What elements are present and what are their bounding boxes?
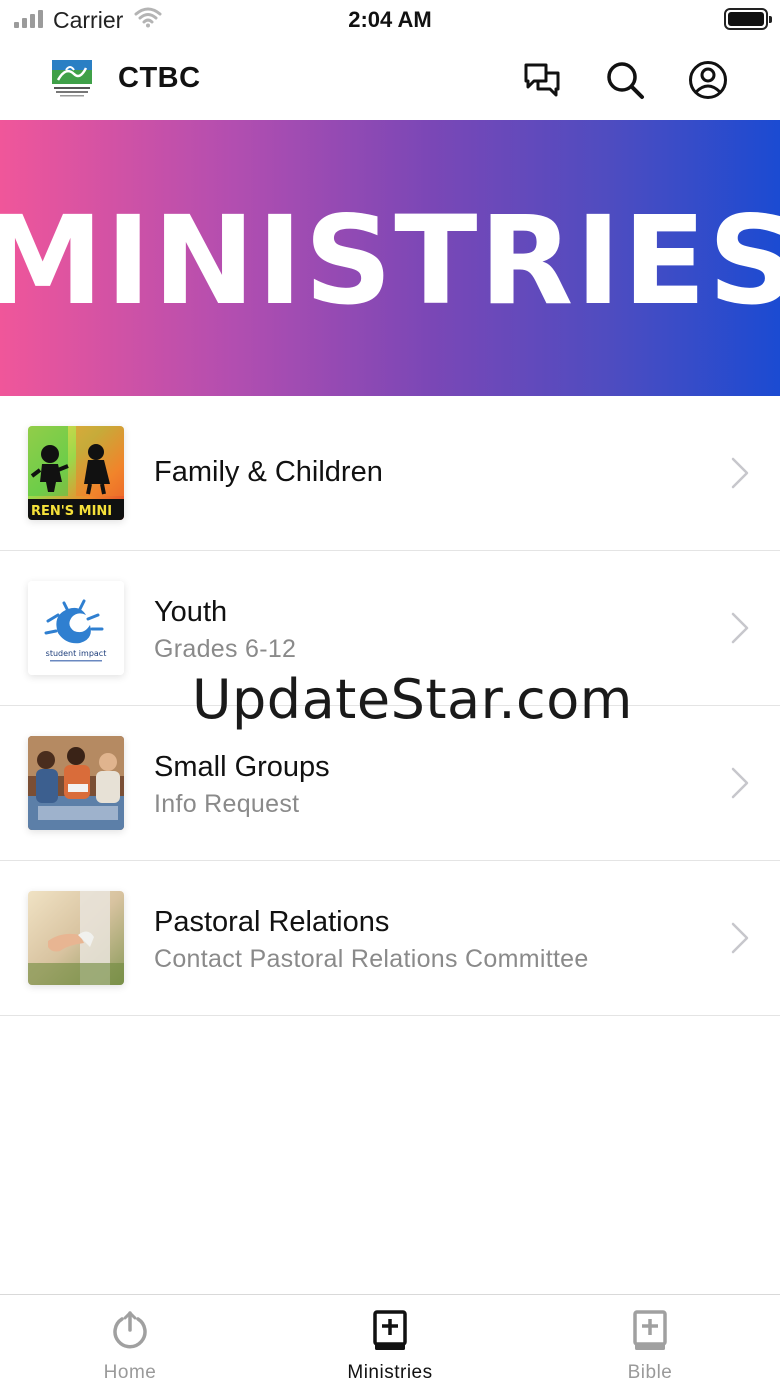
bible-plus-icon	[368, 1309, 412, 1353]
list-item-family-children[interactable]: REN'S MINI Family & Children	[0, 396, 780, 551]
profile-icon[interactable]	[686, 58, 730, 102]
ministries-banner: MINISTRIES	[0, 120, 780, 396]
small-groups-thumbnail	[28, 736, 124, 830]
pastoral-relations-thumbnail	[28, 891, 124, 985]
bible-plus-icon	[628, 1309, 672, 1353]
tab-home[interactable]: Home	[0, 1295, 260, 1387]
list-item-subtitle: Grades 6-12	[154, 635, 297, 663]
battery-icon	[724, 8, 772, 30]
app-title: CTBC	[118, 62, 201, 94]
status-bar: Carrier 2:04 AM	[0, 0, 780, 40]
church-logo	[52, 60, 92, 97]
list-item-subtitle: Contact Pastoral Relations Committee	[154, 945, 589, 973]
family-thumb-text: REN'S MINI	[31, 504, 112, 519]
chevron-right-icon	[731, 767, 749, 799]
tab-ministries[interactable]: Ministries	[260, 1295, 520, 1387]
app-header: CTBC	[0, 40, 780, 120]
list-item-title: Small Groups	[154, 751, 330, 783]
tab-label: Bible	[627, 1362, 673, 1383]
power-icon	[108, 1309, 152, 1353]
list-item-subtitle: Info Request	[154, 790, 300, 818]
tab-label: Home	[103, 1362, 157, 1383]
tab-bar: Home Ministries Bible	[0, 1294, 780, 1387]
tab-bible[interactable]: Bible	[520, 1295, 780, 1387]
youth-thumb-text: student impact	[46, 649, 107, 658]
status-time: 2:04 AM	[348, 7, 432, 32]
chevron-right-icon	[731, 457, 749, 489]
chevron-right-icon	[731, 922, 749, 954]
youth-thumbnail: student impact	[28, 581, 124, 675]
search-icon[interactable]	[603, 58, 647, 102]
chevron-right-icon	[731, 612, 749, 644]
list-item-title: Pastoral Relations	[154, 906, 390, 938]
list-item-title: Youth	[154, 596, 228, 628]
chat-bubbles-icon[interactable]	[520, 58, 564, 102]
list-item-pastoral-relations[interactable]: Pastoral Relations Contact Pastoral Rela…	[0, 861, 780, 1016]
list-item-title: Family & Children	[154, 456, 383, 488]
banner-title: MINISTRIES	[0, 190, 780, 332]
tab-label: Ministries	[347, 1362, 433, 1383]
family-children-thumbnail: REN'S MINI	[28, 426, 124, 520]
watermark: UpdateStar.com	[192, 668, 633, 731]
